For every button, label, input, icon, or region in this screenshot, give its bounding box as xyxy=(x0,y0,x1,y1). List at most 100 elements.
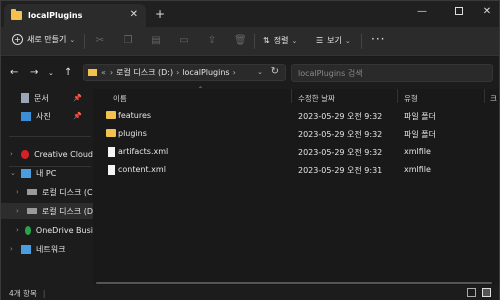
explorer-window: localPlugins ✕ + — ✕ + 새로 만들기 ⌄ ✂ ❐ ▤ ▭ … xyxy=(0,0,500,300)
file-row[interactable]: content.xml 2023-05-29 오전 9:31 xmlfile xyxy=(94,161,500,179)
file-modified: 2023-05-29 오전 9:32 xyxy=(298,130,383,139)
toolbar-divider xyxy=(361,34,362,49)
maximize-icon xyxy=(455,7,463,15)
chevron-down-icon: ⌄ xyxy=(291,36,298,45)
sidebar-item-pictures[interactable]: 사진 📌 xyxy=(1,108,93,124)
navigation-pane: 문서 📌 사진 📌 › Creative Cloud ⌄ 내 PC › 로컬 디… xyxy=(1,89,93,285)
sidebar-item-label: 사진 xyxy=(36,111,51,121)
toolbar-divider xyxy=(84,34,85,49)
sidebar-item-documents[interactable]: 문서 📌 xyxy=(1,90,93,106)
close-window-button[interactable]: ✕ xyxy=(471,1,500,21)
more-options-button[interactable]: ··· xyxy=(371,32,385,46)
file-row[interactable]: plugins 2023-05-29 오전 9:32 파일 폴더 xyxy=(94,125,500,143)
sidebar-item-label: 문서 xyxy=(34,93,49,103)
chevron-right-icon[interactable]: › xyxy=(16,188,24,196)
onedrive-icon xyxy=(24,225,31,235)
new-button[interactable]: + 새로 만들기 ⌄ xyxy=(12,34,75,45)
chevron-down-icon: ⌄ xyxy=(69,35,76,44)
sidebar-item-drive-c[interactable]: › 로컬 디스크 (C xyxy=(1,184,93,200)
cut-icon[interactable]: ✂ xyxy=(94,35,106,47)
column-header-size[interactable]: 크 xyxy=(490,93,497,104)
column-divider[interactable] xyxy=(291,89,292,103)
file-modified: 2023-05-29 오전 9:31 xyxy=(298,166,383,175)
sidebar-item-onedrive[interactable]: › OneDrive Busi xyxy=(1,222,93,238)
scrollbar-thumb[interactable] xyxy=(96,282,492,284)
sidebar-item-label: OneDrive Busi xyxy=(35,225,93,235)
file-row[interactable]: features 2023-05-29 오전 9:32 파일 폴더 xyxy=(94,107,500,125)
tab-localplugins[interactable]: localPlugins ✕ xyxy=(4,4,146,27)
creative-cloud-icon xyxy=(20,149,30,159)
chevron-right-icon[interactable]: › xyxy=(16,207,24,215)
new-tab-button[interactable]: + xyxy=(155,7,165,21)
sort-button[interactable]: ⇅ 정렬 ⌄ xyxy=(263,35,297,46)
column-divider[interactable] xyxy=(397,89,398,103)
overflow-icon[interactable]: « xyxy=(101,68,106,77)
sidebar-item-drive-d[interactable]: › 로컬 디스크 (D xyxy=(1,203,93,219)
status-divider: | xyxy=(42,288,46,298)
file-name: features xyxy=(118,111,152,120)
drive-icon xyxy=(26,208,37,214)
item-count: 4개 항목 xyxy=(9,288,37,298)
column-header-name[interactable]: 이름 xyxy=(113,93,127,104)
toolbar-divider xyxy=(254,34,255,49)
sidebar-item-creative-cloud[interactable]: › Creative Cloud xyxy=(1,146,93,162)
column-header-type[interactable]: 유형 xyxy=(404,93,418,104)
address-dropdown-icon[interactable]: ⌄ xyxy=(257,68,263,76)
sort-ascending-icon: ⌃ xyxy=(198,86,204,93)
column-divider[interactable] xyxy=(484,89,485,103)
up-arrow-icon[interactable]: ↑ xyxy=(64,67,72,78)
tiles-view-icon[interactable] xyxy=(482,288,491,297)
address-bar[interactable]: « › 로컬 디스크 (D:) › localPlugins › ⌄ ↻ xyxy=(83,64,286,81)
share-icon[interactable]: ⇪ xyxy=(206,35,218,47)
recent-locations-icon[interactable]: ⌄ xyxy=(48,69,54,77)
folder-icon xyxy=(106,129,116,137)
file-name: plugins xyxy=(118,129,147,138)
file-modified: 2023-05-29 오전 9:32 xyxy=(298,148,383,157)
back-arrow-icon[interactable]: ← xyxy=(10,67,18,78)
pin-icon: 📌 xyxy=(73,94,82,102)
network-icon xyxy=(21,244,31,254)
sidebar-divider xyxy=(9,136,91,137)
chevron-down-icon[interactable]: ⌄ xyxy=(10,169,18,177)
chevron-right-icon[interactable]: › xyxy=(16,226,22,234)
pin-icon: 📌 xyxy=(73,112,82,120)
file-type: xmlfile xyxy=(404,165,431,174)
view-button[interactable]: ☰ 보기 ⌄ xyxy=(316,35,351,46)
refresh-icon[interactable]: ↻ xyxy=(271,66,279,77)
search-input[interactable]: localPlugins 검색 xyxy=(291,64,493,82)
title-bar: localPlugins ✕ + — ✕ xyxy=(1,1,499,27)
breadcrumb-drive[interactable]: 로컬 디스크 (D:) xyxy=(116,67,173,78)
delete-icon[interactable]: 🗑 xyxy=(234,35,247,47)
sidebar-item-label: Creative Cloud xyxy=(34,149,93,159)
rename-icon[interactable]: ▭ xyxy=(178,35,190,47)
chevron-right-icon: › xyxy=(109,68,114,77)
file-type: xmlfile xyxy=(404,147,431,156)
forward-arrow-icon[interactable]: → xyxy=(30,67,38,78)
status-bar: 4개 항목 | xyxy=(1,285,499,300)
chevron-right-icon[interactable]: › xyxy=(10,150,18,158)
pictures-icon xyxy=(21,111,31,121)
folder-icon xyxy=(106,111,116,119)
sidebar-item-label: 로컬 디스크 (C xyxy=(42,187,93,197)
chevron-right-icon: › xyxy=(232,68,236,77)
tab-close-icon[interactable]: ✕ xyxy=(130,9,138,20)
plus-icon: + xyxy=(12,34,23,45)
sidebar-item-network[interactable]: › 네트워크 xyxy=(1,241,93,257)
details-view-icon[interactable] xyxy=(467,288,476,297)
chevron-right-icon[interactable]: › xyxy=(10,245,18,253)
new-button-label: 새로 만들기 xyxy=(27,35,67,44)
file-row[interactable]: artifacts.xml 2023-05-29 오전 9:32 xmlfile xyxy=(94,143,500,161)
column-header-modified[interactable]: 수정한 날짜 xyxy=(298,93,335,104)
file-name: content.xml xyxy=(118,165,166,174)
breadcrumb-folder[interactable]: localPlugins xyxy=(182,68,229,77)
sidebar-item-this-pc[interactable]: ⌄ 내 PC xyxy=(1,165,93,181)
file-type: 파일 폴더 xyxy=(404,112,436,121)
paste-icon[interactable]: ▤ xyxy=(150,35,162,47)
minimize-button[interactable]: — xyxy=(406,1,438,21)
file-icon xyxy=(108,165,115,175)
chevron-right-icon: › xyxy=(176,68,180,77)
file-list: ⌃ 이름 수정한 날짜 유형 크 features 2023-05-29 오전 … xyxy=(94,86,500,285)
tab-title: localPlugins xyxy=(28,11,83,20)
copy-icon[interactable]: ❐ xyxy=(122,35,134,47)
chevron-down-icon: ⌄ xyxy=(344,36,351,45)
